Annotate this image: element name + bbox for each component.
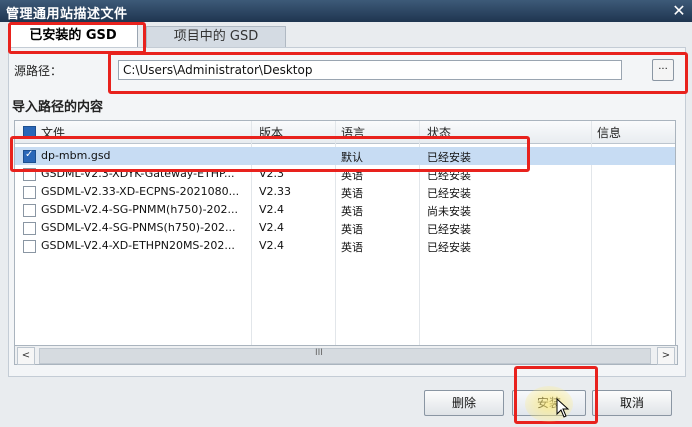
language: 英语 bbox=[341, 205, 363, 218]
tab-project-gsd[interactable]: 项目中的 GSD bbox=[146, 26, 286, 48]
table-header: 文件 版本 语言 状态 信息 bbox=[15, 121, 675, 144]
import-path-content-heading: 导入路径的内容 bbox=[12, 100, 104, 115]
column-header-version[interactable]: 版本 bbox=[259, 124, 283, 141]
status: 已经安装 bbox=[427, 151, 471, 164]
scroll-grip-icon: III bbox=[315, 348, 323, 358]
language: 默认 bbox=[341, 151, 363, 164]
cancel-button[interactable]: 取消 bbox=[592, 390, 672, 416]
scroll-thumb[interactable] bbox=[39, 348, 651, 364]
version: V2.3 bbox=[259, 167, 285, 180]
file-name: GSDML-V2.4-SG-PNMM(h750)-202... bbox=[41, 203, 239, 216]
row-checkbox[interactable] bbox=[23, 149, 36, 163]
file-name: GSDML-V2.33-XD-ECPNS-2021080... bbox=[41, 185, 240, 198]
horizontal-scrollbar[interactable]: < III > bbox=[14, 345, 678, 365]
select-all-checkbox[interactable] bbox=[23, 126, 36, 139]
row-checkbox[interactable] bbox=[23, 168, 36, 181]
file-name: dp-mbm.gsd bbox=[41, 149, 111, 162]
scroll-left-icon[interactable]: < bbox=[17, 347, 35, 365]
source-path-label: 源路径： bbox=[14, 64, 63, 78]
table-row[interactable]: GSDML-V2.33-XD-ECPNS-2021080... V2.33 英语… bbox=[15, 183, 675, 201]
status: 尚未安装 bbox=[427, 205, 471, 218]
column-header-status[interactable]: 状态 bbox=[427, 124, 451, 141]
language: 英语 bbox=[341, 187, 363, 200]
tab-installed-gsd[interactable]: 已安装的 GSD bbox=[8, 24, 138, 47]
file-name: GSDML-V2.4-XD-ETHPN20MS-202... bbox=[41, 239, 235, 252]
language: 英语 bbox=[341, 169, 363, 182]
version: V2.33 bbox=[259, 185, 292, 198]
table-row[interactable]: GSDML-V2.4-SG-PNMS(h750)-202... V2.4 英语 … bbox=[15, 219, 675, 237]
dialog-title-bar: 管理通用站描述文件 ✕ bbox=[0, 0, 692, 22]
table-row[interactable]: GSDML-V2.4-XD-ETHPN20MS-202... V2.4 英语 已… bbox=[15, 237, 675, 255]
file-name: GSDML-V2.3-XDYK-Gateway-ETHP... bbox=[41, 167, 235, 180]
column-header-info[interactable]: 信息 bbox=[597, 124, 621, 141]
delete-button[interactable]: 删除 bbox=[424, 390, 504, 416]
dialog-title: 管理通用站描述文件 bbox=[6, 7, 128, 22]
column-header-file[interactable]: 文件 bbox=[41, 124, 65, 141]
table-row[interactable]: GSDML-V2.4-SG-PNMM(h750)-202... V2.4 英语 … bbox=[15, 201, 675, 219]
row-checkbox[interactable] bbox=[23, 222, 36, 235]
status: 已经安装 bbox=[427, 223, 471, 236]
version: V2.4 bbox=[259, 203, 285, 216]
version: V2.4 bbox=[259, 239, 285, 252]
source-path-input[interactable]: C:\Users\Administrator\Desktop bbox=[118, 60, 622, 80]
scroll-right-icon[interactable]: > bbox=[657, 347, 675, 365]
row-checkbox[interactable] bbox=[23, 186, 36, 199]
table-row[interactable]: dp-mbm.gsd 默认 已经安装 bbox=[15, 147, 675, 165]
version: V2.4 bbox=[259, 221, 285, 234]
browse-button[interactable]: ... bbox=[652, 59, 674, 81]
file-name: GSDML-V2.4-SG-PNMS(h750)-202... bbox=[41, 221, 236, 234]
table-row[interactable]: GSDML-V2.3-XDYK-Gateway-ETHP... V2.3 英语 … bbox=[15, 165, 675, 183]
language: 英语 bbox=[341, 223, 363, 236]
row-checkbox[interactable] bbox=[23, 240, 36, 253]
gsd-file-table: 文件 版本 语言 状态 信息 dp-mbm.gsd 默认 已经安装 GSDML-… bbox=[14, 120, 676, 347]
row-checkbox[interactable] bbox=[23, 204, 36, 217]
install-button[interactable]: 安装 bbox=[512, 390, 586, 416]
language: 英语 bbox=[341, 241, 363, 254]
status: 已经安装 bbox=[427, 187, 471, 200]
status: 已经安装 bbox=[427, 169, 471, 182]
column-header-language[interactable]: 语言 bbox=[341, 124, 365, 141]
status: 已经安装 bbox=[427, 241, 471, 254]
close-icon[interactable]: ✕ bbox=[670, 2, 688, 20]
